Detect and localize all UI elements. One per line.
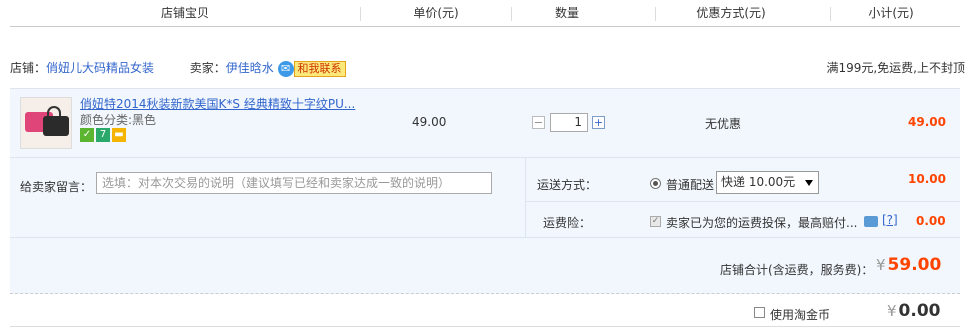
- shipping-fee: 10.00: [908, 172, 946, 186]
- service-icons: ✓ 7 ▬: [80, 128, 128, 142]
- qty-increase-button[interactable]: +: [592, 116, 605, 129]
- item-unit-price: 49.00: [412, 115, 447, 129]
- coin-row: 使用淘金币 ¥0.00: [10, 297, 960, 327]
- chat-icon[interactable]: [864, 216, 878, 227]
- header-discount: 优惠方式(元): [696, 6, 766, 20]
- shop-name-link[interactable]: 俏妞儿大码精品女装: [46, 61, 154, 75]
- shop-info-row: 店铺：俏妞儿大码精品女装 卖家：伊佳晗水 ✉ 和我联系 满199元,免运费,上不封…: [10, 58, 965, 78]
- shipping-select[interactable]: 快递 10.00元: [716, 171, 819, 194]
- coin-value: 0.00: [898, 301, 941, 321]
- seven-day-return-icon[interactable]: 7: [96, 128, 110, 142]
- coin-amount: ¥0.00: [887, 301, 941, 321]
- chevron-down-icon: [805, 180, 813, 186]
- quantity-input[interactable]: 1: [550, 113, 588, 132]
- cart-header: 店铺宝贝 单价(元) 数量 优惠方式(元) 小计(元): [10, 0, 960, 27]
- normal-shipping-label[interactable]: 普通配送: [666, 176, 714, 193]
- product-thumbnail[interactable]: [20, 97, 72, 149]
- header-qty: 数量: [554, 6, 579, 20]
- shop-total-amount: ¥59.00: [876, 255, 941, 275]
- cart-item-row: 俏妞特2014秋装新款美国K*S 经典精致十字纹PU... 颜色分类:黑色 ✓ 7…: [10, 88, 960, 158]
- wangwang-icon[interactable]: ✉: [277, 60, 294, 77]
- shop-total-value: 59.00: [887, 255, 942, 275]
- contact-seller-button[interactable]: 和我联系: [293, 60, 346, 77]
- shipping-select-value: 快递 10.00元: [721, 175, 796, 189]
- seller-label: 卖家：: [189, 61, 226, 75]
- product-image-bag-black: [43, 116, 69, 136]
- credit-card-icon[interactable]: ▬: [112, 128, 126, 142]
- header-subtotal: 小计(元): [868, 6, 914, 20]
- panel-divider: [526, 201, 960, 202]
- currency-symbol: ¥: [887, 302, 897, 320]
- product-title-link[interactable]: 俏妞特2014秋装新款美国K*S 经典精致十字纹PU...: [80, 95, 355, 112]
- insurance-label: 运费险：: [543, 216, 592, 230]
- insurance-text: 卖家已为您的运费投保，最高赔付...: [666, 216, 858, 230]
- seller-message-input[interactable]: 选填：对本次交易的说明（建议填写已经和卖家达成一致的说明）: [96, 172, 492, 194]
- item-subtotal: 49.00: [908, 115, 946, 129]
- seller-name-link[interactable]: 伊佳晗水: [226, 61, 274, 75]
- header-price: 单价(元): [413, 6, 459, 20]
- shop-label: 店铺：: [10, 61, 47, 75]
- seller-message-label: 给卖家留言：: [20, 180, 93, 194]
- header-item: 店铺宝贝: [160, 6, 209, 20]
- insurance-checkbox: ✓: [650, 216, 661, 227]
- item-discount: 无优惠: [705, 117, 742, 131]
- currency-symbol: ¥: [876, 256, 886, 274]
- qty-decrease-button[interactable]: −: [532, 116, 545, 129]
- shipping-method-label: 运送方式：: [537, 178, 598, 192]
- insurance-help-link[interactable]: [?]: [882, 213, 898, 227]
- use-coin-label[interactable]: 使用淘金币: [770, 306, 830, 323]
- normal-shipping-radio[interactable]: [650, 178, 661, 189]
- panel-divider: [525, 158, 526, 238]
- insurance-fee: 0.00: [916, 214, 946, 228]
- shipping-promo: 满199元,免运费,上不封顶: [826, 61, 965, 75]
- order-options-panel: 给卖家留言： 选填：对本次交易的说明（建议填写已经和卖家达成一致的说明） 运送方…: [10, 158, 960, 238]
- guarantee-icon[interactable]: ✓: [80, 128, 94, 142]
- shop-total-row: 店铺合计(含运费，服务费)： ¥59.00: [10, 238, 960, 294]
- use-coin-checkbox[interactable]: [754, 307, 765, 318]
- product-sku: 颜色分类:黑色: [80, 113, 157, 127]
- shop-total-label: 店铺合计(含运费，服务费)：: [720, 263, 874, 277]
